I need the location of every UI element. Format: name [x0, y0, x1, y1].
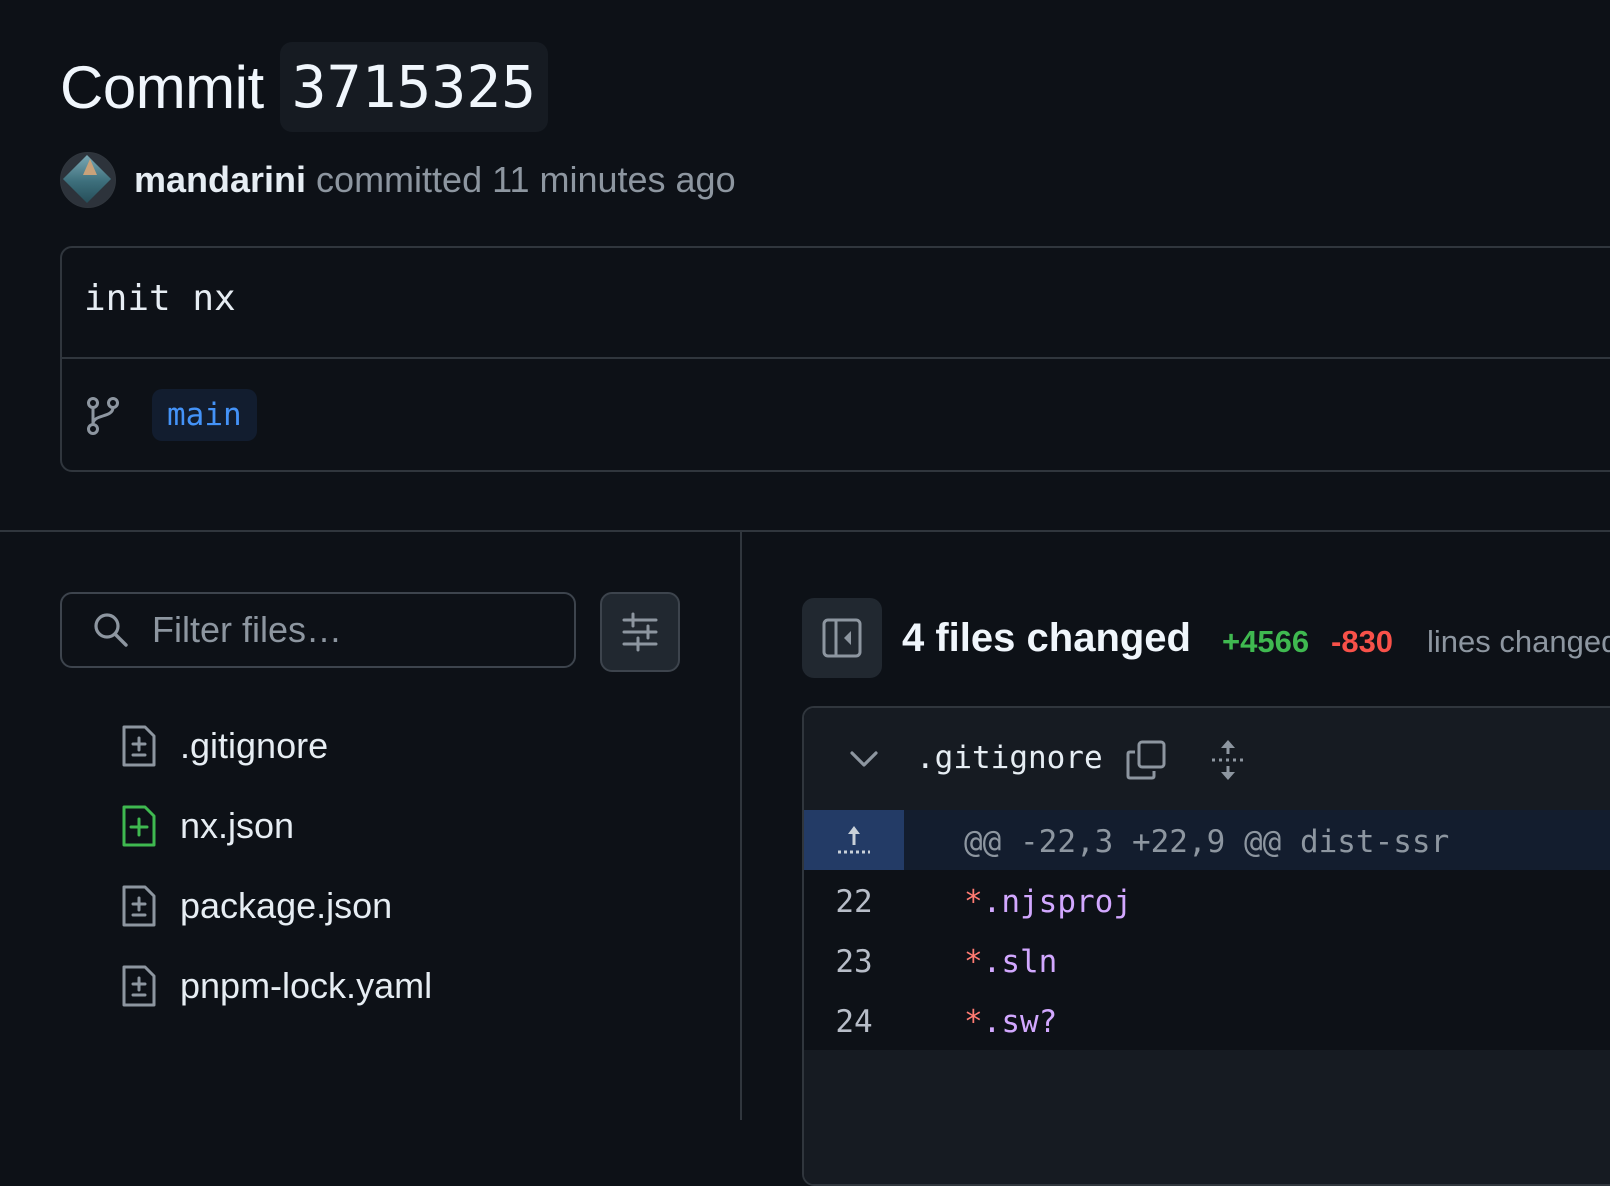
author-link[interactable]: mandarini — [134, 159, 306, 201]
toggle-file-tree-button[interactable] — [802, 598, 882, 678]
commit-message-box: init nx main — [60, 246, 1610, 472]
chevron-down-icon[interactable] — [848, 744, 880, 774]
copy-icon[interactable] — [1124, 738, 1168, 782]
commit-title: Commit 3715325 — [60, 42, 549, 132]
code-line: *.sln — [964, 944, 1058, 980]
committed-time: committed 11 minutes ago — [316, 159, 736, 200]
branch-link[interactable]: main — [152, 389, 257, 441]
diff-filler — [804, 1050, 1610, 1184]
additions-count: +4566 — [1222, 624, 1310, 659]
diff-line: 24 *.sw? — [804, 990, 1610, 1050]
diff-line: 22 *.njsproj — [804, 870, 1610, 930]
file-filter-settings-button[interactable] — [600, 592, 680, 672]
deletions-count: -830 — [1331, 624, 1394, 659]
files-changed-count: 4 files changed — [902, 616, 1191, 660]
file-tree-item[interactable]: package.json — [120, 866, 432, 946]
line-number[interactable]: 24 — [804, 1004, 904, 1040]
search-icon — [94, 613, 128, 647]
expand-up-icon — [838, 826, 870, 854]
file-tree-item[interactable]: pnpm-lock.yaml — [120, 946, 432, 1026]
git-branch-icon — [87, 397, 119, 435]
expand-up-button[interactable] — [804, 810, 904, 870]
file-name: pnpm-lock.yaml — [180, 965, 433, 1006]
divider — [0, 530, 1610, 532]
sidebar-collapse-icon — [822, 618, 862, 658]
file-tree-item[interactable]: nx.json — [120, 786, 432, 866]
expand-all-icon[interactable] — [1208, 738, 1248, 782]
file-diff-header: .gitignore — [804, 708, 1610, 812]
lines-changed-label: lines changed — [1427, 624, 1610, 659]
diff-line: 23 *.sln — [804, 930, 1610, 990]
code-line: *.sw? — [964, 1004, 1058, 1040]
file-diff-icon — [122, 965, 156, 1007]
author-row: mandarini committed 11 minutes ago — [60, 152, 736, 208]
code-line: *.njsproj — [964, 884, 1132, 920]
divider — [62, 357, 1610, 359]
hunk-header: @@ -22,3 +22,9 @@ dist-ssr — [964, 824, 1450, 860]
line-number[interactable]: 23 — [804, 944, 904, 980]
sliders-icon — [622, 612, 658, 652]
filter-files-input[interactable] — [150, 608, 554, 652]
file-added-icon — [122, 805, 156, 847]
panel-divider[interactable] — [740, 530, 742, 1120]
diff-file-name[interactable]: .gitignore — [916, 740, 1103, 776]
file-diff: .gitignore @@ -22,3 +22,9 @@ dist-ssr 22… — [802, 706, 1610, 1186]
avatar[interactable] — [60, 152, 116, 208]
file-tree: .gitignore nx.json package.json pnpm-loc… — [120, 706, 432, 1026]
file-name: nx.json — [180, 805, 295, 846]
file-name: .gitignore — [180, 725, 329, 766]
file-diff-icon — [122, 725, 156, 767]
commit-sha[interactable]: 3715325 — [279, 42, 549, 132]
commit-message: init nx — [84, 278, 236, 319]
file-diff-icon — [122, 885, 156, 927]
hunk-header-row: @@ -22,3 +22,9 @@ dist-ssr — [804, 810, 1610, 870]
file-tree-item[interactable]: .gitignore — [120, 706, 432, 786]
file-name: package.json — [180, 885, 393, 926]
filter-files-field[interactable] — [60, 592, 576, 668]
commit-title-label: Commit — [60, 53, 264, 121]
line-number[interactable]: 22 — [804, 884, 904, 920]
